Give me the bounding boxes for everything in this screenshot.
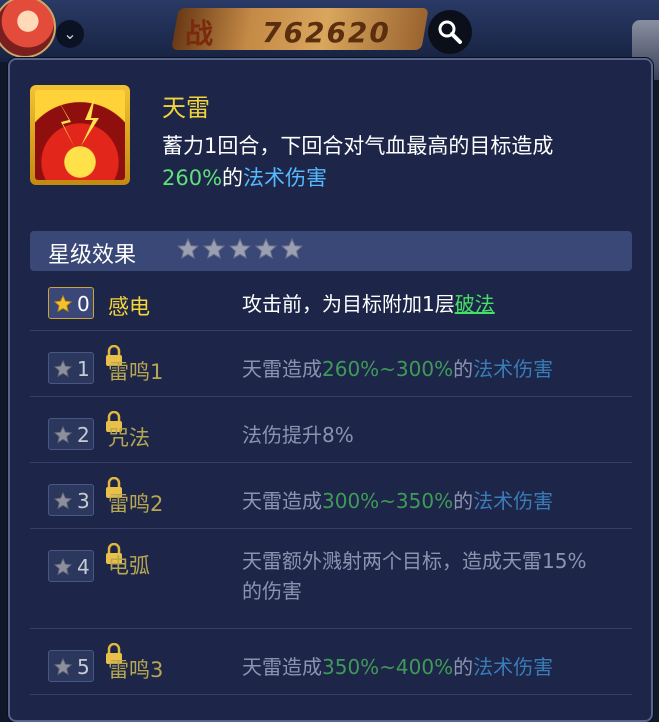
skill-desc-of: 的 [222,166,244,190]
search-button[interactable] [428,10,472,54]
skill-tooltip-panel: 天雷 蓄力1回合，下回合对气血最高的目标造成 260%的法术伤害 星级效果 0 感… [8,58,653,722]
star-level-row-1[interactable]: 1 雷鸣1 天雷造成260%~300%的法术伤害 [30,330,632,397]
effect-damage-type: 法术伤害 [473,655,554,679]
effect-percent: 300%~350% [322,489,454,513]
star-level-effect: 天雷造成300%~350%的法术伤害 [242,486,622,516]
star-level-name: 雷鸣1 [108,360,164,384]
star-icon [53,425,73,444]
skill-desc-damage-type: 法术伤害 [243,166,328,190]
star-icon [53,657,73,676]
combat-power-value: 762620 [262,16,391,49]
star-level-number: 3 [77,489,90,513]
star-icon [53,557,73,576]
effect-percent: 350%~400% [322,655,454,679]
star-icon [228,237,252,260]
skill-description: 蓄力1回合，下回合对气血最高的目标造成 260%的法术伤害 [162,130,642,194]
effect-text: 法伤提升8% [242,423,354,447]
search-icon [438,20,462,44]
star-level-name: 雷鸣2 [108,492,164,516]
effect-text: 攻击前，为目标附加1层 [242,292,455,316]
effect-damage-type: 法术伤害 [473,357,554,381]
star-level-number: 4 [77,555,90,579]
combat-power-label: 战 [185,17,214,50]
star-level-number: 0 [77,292,90,316]
star-level-name: 雷鸣3 [108,658,164,682]
star-level-effect: 天雷造成350%~400%的法术伤害 [242,652,622,682]
skill-name: 天雷 [162,94,210,122]
star-level-number: 1 [77,357,90,381]
star-level-badge: 0 [48,287,94,319]
star-level-name: 感电 [108,295,150,319]
top-bar: ⌄ 战 762620 [0,0,659,80]
effect-of: 的 [453,489,474,513]
star-effect-label: 星级效果 [48,243,137,268]
star-icon [53,359,73,378]
star-level-badge: 5 [48,643,122,682]
star-icon [176,237,200,260]
star-effect-header: 星级效果 [30,231,632,271]
effect-damage-type: 法术伤害 [473,489,554,513]
skill-desc-percent: 260% [162,166,223,190]
star-level-badge: 2 [48,411,122,450]
star-level-row-5[interactable]: 5 雷鸣3 天雷造成350%~400%的法术伤害 [30,628,632,695]
star-level-row-2[interactable]: 2 咒法 法伤提升8% [30,396,632,463]
gold-star-icon [53,294,73,313]
star-level-name: 电弧 [108,554,150,578]
star-level-row-0[interactable]: 0 感电 攻击前，为目标附加1层破法 [30,275,632,331]
star-level-effect: 法伤提升8% [242,420,622,450]
star-level-row-4[interactable]: 4 电弧 天雷额外溅射两个目标，造成天雷15%的伤害 [30,528,632,629]
star-level-number: 2 [77,423,90,447]
star-level-effect: 攻击前，为目标附加1层破法 [242,289,622,319]
star-icon [53,491,73,510]
effect-text: 天雷造成 [242,489,322,513]
effect-percent: 260%~300% [322,357,454,381]
thunder-skill-icon [35,90,125,180]
star-rating [176,237,304,261]
skill-desc-text: 蓄力1回合，下回合对气血最高的目标造成 [162,134,554,158]
star-icon [254,237,278,260]
star-level-badge: 3 [48,477,122,516]
skill-icon-frame [30,85,130,185]
effect-keyword-link[interactable]: 破法 [455,292,495,316]
effect-text: 天雷造成 [242,357,322,381]
star-level-effect: 天雷造成260%~300%的法术伤害 [242,354,622,384]
star-level-row-3[interactable]: 3 雷鸣2 天雷造成300%~350%的法术伤害 [30,462,632,529]
chevron-down-icon[interactable]: ⌄ [56,20,84,48]
effect-text: 天雷额外溅射两个目标，造成天雷15%的伤害 [242,549,587,603]
star-level-badge: 4 [48,543,122,582]
star-level-effect: 天雷额外溅射两个目标，造成天雷15%的伤害 [242,546,602,606]
player-avatar[interactable] [0,0,56,58]
star-level-name: 咒法 [108,426,150,450]
effect-text: 天雷造成 [242,655,322,679]
effect-of: 的 [453,655,474,679]
star-level-number: 5 [77,655,90,679]
star-icon [202,237,226,260]
effect-of: 的 [453,357,474,381]
star-level-badge: 1 [48,345,122,384]
star-icon [280,237,304,260]
